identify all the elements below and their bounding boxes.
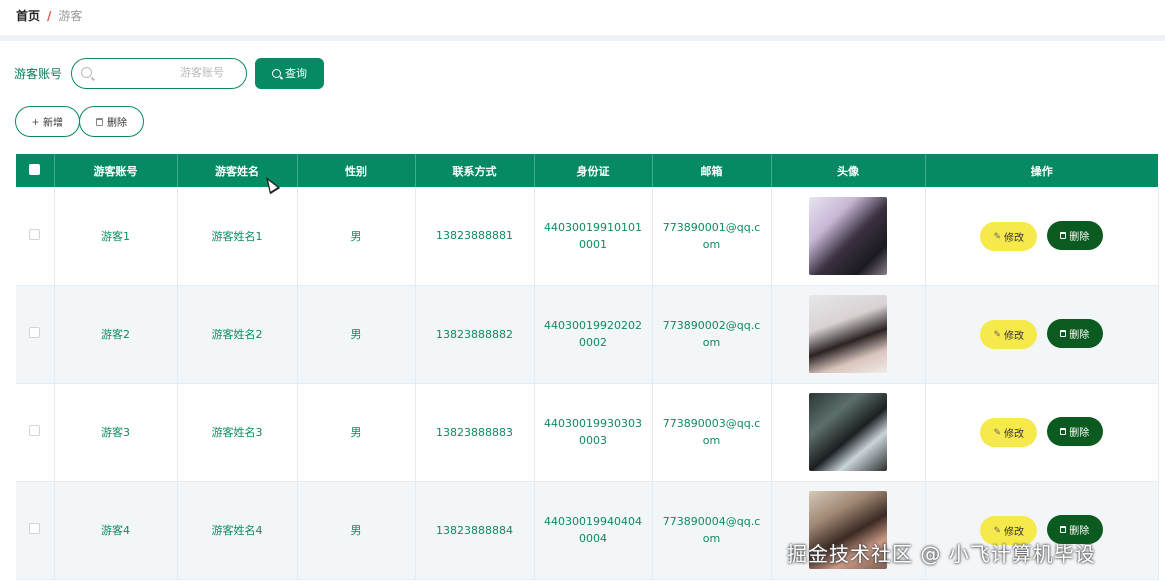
cell-id-card: 440300199202020002: [534, 285, 653, 384]
edit-button[interactable]: ✎ 修改: [980, 320, 1038, 349]
edit-button[interactable]: ✎ 修改: [980, 418, 1038, 447]
add-button-label: 新增: [43, 118, 63, 129]
cell-actions: ✎ 修改 删除: [925, 285, 1159, 384]
batch-delete-button[interactable]: 删除: [79, 106, 144, 137]
delete-button-label: 删除: [1069, 330, 1090, 341]
column-header[interactable]: 头像: [771, 154, 926, 187]
query-button[interactable]: 查询: [255, 57, 325, 89]
table-header-row: 游客账号 游客姓名 性别 联系方式 身份证 邮箱 头像 操作: [16, 154, 1158, 187]
pen-icon: ✎: [993, 329, 1002, 339]
edit-button-label: 修改: [1004, 331, 1025, 342]
table-row: 游客2 游客姓名2 男 13823888882 4403001992020200…: [16, 285, 1159, 384]
trash-icon: [96, 117, 103, 126]
cell-id-card: 440300199101010001: [534, 187, 653, 286]
trash-icon: [1060, 330, 1067, 337]
edit-button-label: 修改: [1004, 527, 1025, 538]
cell-account: 游客3: [54, 383, 178, 482]
cell-account: 游客1: [54, 187, 178, 286]
cell-name: 游客姓名4: [177, 481, 298, 580]
delete-button-label: 删除: [1069, 231, 1090, 243]
cell-actions: ✎ 修改 删除: [925, 383, 1159, 482]
cell-gender: 男: [297, 383, 416, 482]
search-icon: [81, 66, 93, 78]
trash-icon: [1060, 526, 1067, 533]
cell-name: 游客姓名1: [177, 187, 298, 286]
cell-actions: ✎ 修改 删除: [925, 187, 1159, 286]
cell-gender: 男: [297, 481, 416, 580]
header-divider: [0, 35, 1165, 41]
row-checkbox[interactable]: [16, 383, 55, 482]
breadcrumb: 首页 / 游客: [16, 7, 82, 24]
cell-name: 游客姓名3: [177, 383, 298, 482]
table-row: 游客1 游客姓名1 男 13823888881 4403001991010100…: [16, 187, 1159, 286]
action-row: + 新增 删除: [15, 106, 144, 137]
cell-email: 773890003@qq.com: [652, 383, 772, 482]
cell-phone: 13823888882: [415, 285, 535, 384]
cell-gender: 男: [297, 285, 416, 384]
search-label: 游客账号: [14, 66, 63, 81]
avatar[interactable]: [809, 295, 887, 373]
query-button-label: 查询: [285, 68, 308, 80]
cell-email: 773890004@qq.com: [652, 481, 772, 580]
search-box[interactable]: [71, 57, 248, 89]
add-button[interactable]: + 新增: [15, 106, 80, 137]
plus-icon: +: [31, 114, 39, 129]
cell-account: 游客2: [54, 285, 178, 384]
trash-icon: [1060, 231, 1067, 239]
row-checkbox[interactable]: [16, 187, 55, 286]
batch-delete-label: 删除: [107, 118, 127, 129]
breadcrumb-home[interactable]: 首页: [16, 7, 40, 24]
column-header[interactable]: 邮箱: [652, 154, 772, 187]
row-checkbox[interactable]: [16, 285, 55, 384]
pen-icon: ✎: [993, 427, 1002, 437]
cell-account: 游客4: [54, 481, 178, 580]
column-header[interactable]: 身份证: [534, 154, 653, 187]
breadcrumb-separator: /: [47, 8, 52, 23]
cell-email: 773890002@qq.com: [652, 285, 772, 384]
cell-id-card: 440300199303030003: [534, 383, 653, 482]
edit-button-label: 修改: [1004, 429, 1025, 440]
cell-avatar: [771, 187, 926, 286]
search-icon: [272, 68, 282, 78]
cell-email: 773890001@qq.com: [652, 187, 772, 286]
cell-id-card: 440300199404040004: [534, 481, 653, 580]
trash-icon: [1060, 428, 1067, 435]
table-row: 游客3 游客姓名3 男 13823888883 4403001993030300…: [16, 383, 1159, 482]
select-all-checkbox[interactable]: [16, 154, 55, 187]
delete-button[interactable]: 删除: [1046, 220, 1103, 250]
search-input[interactable]: [96, 58, 225, 87]
edit-button[interactable]: ✎ 修改: [980, 221, 1038, 251]
cell-phone: 13823888881: [415, 187, 535, 286]
search-row: 游客账号 查询: [14, 57, 325, 89]
column-header[interactable]: 联系方式: [415, 154, 535, 187]
delete-button-label: 删除: [1069, 526, 1090, 537]
row-checkbox[interactable]: [16, 481, 55, 580]
pen-icon: ✎: [993, 230, 1002, 241]
delete-button[interactable]: 删除: [1046, 417, 1103, 446]
column-header[interactable]: 游客姓名: [177, 154, 298, 187]
delete-button-label: 删除: [1069, 428, 1090, 439]
breadcrumb-current: 游客: [58, 9, 83, 23]
avatar[interactable]: [809, 393, 887, 471]
visitor-table: 游客账号 游客姓名 性别 联系方式 身份证 邮箱 头像 操作 游客1 游客姓名1…: [16, 154, 1159, 580]
column-header[interactable]: 性别: [297, 154, 416, 187]
delete-button[interactable]: 删除: [1046, 319, 1103, 348]
cell-avatar: [771, 383, 926, 482]
watermark: 掘金技术社区 @ 小飞计算机毕设: [787, 542, 1096, 566]
cell-avatar: [771, 285, 926, 384]
column-header[interactable]: 游客账号: [54, 154, 178, 187]
avatar[interactable]: [809, 196, 887, 275]
cell-name: 游客姓名2: [177, 285, 298, 384]
pen-icon: ✎: [993, 525, 1002, 535]
cell-gender: 男: [297, 187, 416, 286]
cell-phone: 13823888884: [415, 481, 535, 580]
cell-phone: 13823888883: [415, 383, 535, 482]
edit-button-label: 修改: [1004, 232, 1025, 244]
column-header[interactable]: 操作: [925, 154, 1158, 187]
